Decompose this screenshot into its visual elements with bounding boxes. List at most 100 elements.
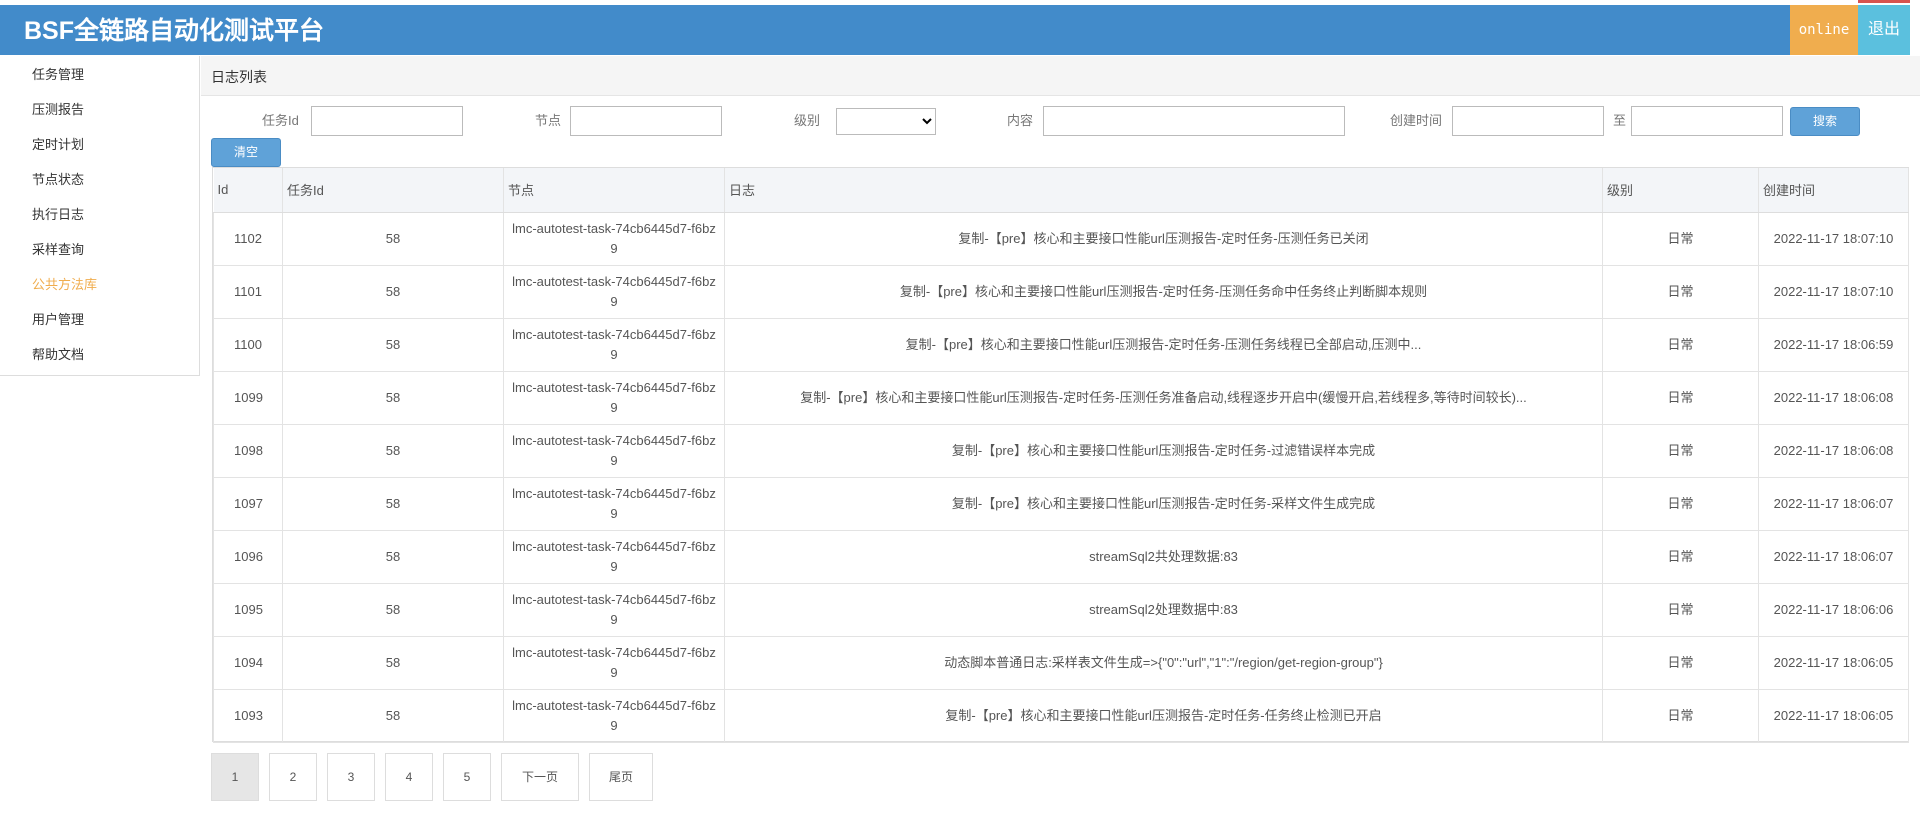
cell-id: 1098 (213, 423, 283, 478)
page-title: 日志列表 (211, 69, 267, 85)
last-page-button[interactable]: 尾页 (589, 753, 653, 801)
created-from-input[interactable] (1452, 106, 1604, 136)
cell-task-id: 58 (282, 370, 504, 425)
cell-created-time: 2022-11-17 18:06:08 (1758, 423, 1909, 478)
node-input[interactable] (570, 106, 722, 136)
logout-button[interactable]: 退出 (1858, 5, 1910, 55)
cell-node: lmc-autotest-task-74cb6445d7-f6bz9 (503, 688, 725, 743)
column-header-node[interactable]: 节点 (503, 168, 725, 213)
table-row: 1096 58 lmc-autotest-task-74cb6445d7-f6b… (213, 529, 1909, 584)
cell-id: 1095 (213, 582, 283, 637)
cell-level: 日常 (1602, 635, 1759, 690)
sidebar-item-help-docs[interactable]: 帮助文档 (32, 345, 84, 365)
page-button-4[interactable]: 4 (385, 753, 433, 801)
sidebar-item-common-methods[interactable]: 公共方法库 (32, 275, 97, 295)
sidebar-item-scheduled-plan[interactable]: 定时计划 (32, 135, 84, 155)
cell-level: 日常 (1602, 317, 1759, 372)
cell-task-id: 58 (282, 317, 504, 372)
page-button-3[interactable]: 3 (327, 753, 375, 801)
sidebar-item-task-management[interactable]: 任务管理 (32, 65, 84, 85)
cell-node: lmc-autotest-task-74cb6445d7-f6bz9 (503, 370, 725, 425)
cell-created-time: 2022-11-17 18:06:05 (1758, 635, 1909, 690)
column-header-id[interactable]: Id (213, 168, 283, 213)
cell-node: lmc-autotest-task-74cb6445d7-f6bz9 (503, 635, 725, 690)
page-button-1[interactable]: 1 (211, 753, 259, 801)
cell-created-time: 2022-11-17 18:07:10 (1758, 264, 1909, 319)
cell-created-time: 2022-11-17 18:06:05 (1758, 688, 1909, 743)
cell-level: 日常 (1602, 264, 1759, 319)
table-row: 1099 58 lmc-autotest-task-74cb6445d7-f6b… (213, 370, 1909, 425)
cell-log: 复制-【pre】核心和主要接口性能url压测报告-定时任务-过滤错误样本完成 (724, 423, 1603, 478)
cell-id: 1094 (213, 635, 283, 690)
level-select[interactable] (836, 108, 936, 135)
cell-level: 日常 (1602, 476, 1759, 531)
table-row: 1101 58 lmc-autotest-task-74cb6445d7-f6b… (213, 264, 1909, 319)
cell-log: streamSql2处理数据中:83 (724, 582, 1603, 637)
cell-task-id: 58 (282, 529, 504, 584)
content-label: 内容 (1007, 113, 1034, 128)
task-id-label: 任务Id (262, 113, 299, 128)
clear-button[interactable]: 清空 (211, 138, 281, 167)
top-right-accent (1858, 0, 1910, 3)
cell-created-time: 2022-11-17 18:06:08 (1758, 370, 1909, 425)
cell-id: 1096 (213, 529, 283, 584)
page-button-2[interactable]: 2 (269, 753, 317, 801)
cell-log: 动态脚本普通日志:采样表文件生成=>{"0":"url","1":"/regio… (724, 635, 1603, 690)
cell-task-id: 58 (282, 476, 504, 531)
column-header-task-id[interactable]: 任务Id (282, 168, 504, 213)
cell-log: 复制-【pre】核心和主要接口性能url压测报告-定时任务-任务终止检测已开启 (724, 688, 1603, 743)
column-header-created-time[interactable]: 创建时间 (1758, 168, 1909, 213)
sidebar-item-sample-query[interactable]: 采样查询 (32, 240, 84, 260)
node-label: 节点 (535, 113, 562, 128)
cell-node: lmc-autotest-task-74cb6445d7-f6bz9 (503, 264, 725, 319)
cell-log: 复制-【pre】核心和主要接口性能url压测报告-定时任务-压测任务线程已全部启… (724, 317, 1603, 372)
cell-node: lmc-autotest-task-74cb6445d7-f6bz9 (503, 529, 725, 584)
sidebar-item-load-test-report[interactable]: 压测报告 (32, 100, 84, 120)
cell-level: 日常 (1602, 688, 1759, 743)
cell-created-time: 2022-11-17 18:06:07 (1758, 529, 1909, 584)
page-button-5[interactable]: 5 (443, 753, 491, 801)
cell-log: 复制-【pre】核心和主要接口性能url压测报告-定时任务-压测任务命中任务终止… (724, 264, 1603, 319)
cell-task-id: 58 (282, 423, 504, 478)
sidebar: 任务管理 压测报告 定时计划 节点状态 执行日志 采样查询 公共方法库 用户管理… (0, 56, 200, 376)
table-row: 1093 58 lmc-autotest-task-74cb6445d7-f6b… (213, 688, 1909, 743)
cell-created-time: 2022-11-17 18:06:07 (1758, 476, 1909, 531)
column-header-level[interactable]: 级别 (1602, 168, 1759, 213)
content-input[interactable] (1043, 106, 1345, 136)
created-time-label: 创建时间 (1390, 113, 1443, 128)
search-button[interactable]: 搜索 (1790, 107, 1860, 136)
sidebar-item-user-management[interactable]: 用户管理 (32, 310, 84, 330)
cell-created-time: 2022-11-17 18:06:59 (1758, 317, 1909, 372)
cell-id: 1099 (213, 370, 283, 425)
table-row: 1095 58 lmc-autotest-task-74cb6445d7-f6b… (213, 582, 1909, 637)
cell-id: 1093 (213, 688, 283, 743)
cell-level: 日常 (1602, 529, 1759, 584)
cell-node: lmc-autotest-task-74cb6445d7-f6bz9 (503, 582, 725, 637)
cell-node: lmc-autotest-task-74cb6445d7-f6bz9 (503, 211, 725, 266)
cell-created-time: 2022-11-17 18:07:10 (1758, 211, 1909, 266)
table-row: 1098 58 lmc-autotest-task-74cb6445d7-f6b… (213, 423, 1909, 478)
level-label: 级别 (794, 113, 821, 128)
task-id-input[interactable] (311, 106, 463, 136)
app-title: BSF全链路自动化测试平台 (24, 17, 325, 45)
cell-level: 日常 (1602, 211, 1759, 266)
cell-level: 日常 (1602, 370, 1759, 425)
cell-task-id: 58 (282, 582, 504, 637)
cell-id: 1102 (213, 211, 283, 266)
sidebar-item-node-status[interactable]: 节点状态 (32, 170, 84, 190)
table-header-row: Id 任务Id 节点 日志 级别 创建时间 (213, 168, 1909, 213)
column-header-log[interactable]: 日志 (724, 168, 1603, 213)
next-page-button[interactable]: 下一页 (501, 753, 579, 801)
cell-task-id: 58 (282, 688, 504, 743)
cell-level: 日常 (1602, 582, 1759, 637)
cell-id: 1101 (213, 264, 283, 319)
sidebar-item-execution-log[interactable]: 执行日志 (32, 205, 84, 225)
cell-task-id: 58 (282, 211, 504, 266)
created-to-input[interactable] (1631, 106, 1783, 136)
cell-log: 复制-【pre】核心和主要接口性能url压测报告-定时任务-压测任务已关闭 (724, 211, 1603, 266)
cell-node: lmc-autotest-task-74cb6445d7-f6bz9 (503, 476, 725, 531)
to-label: 至 (1613, 113, 1627, 128)
cell-log: 复制-【pre】核心和主要接口性能url压测报告-定时任务-采样文件生成完成 (724, 476, 1603, 531)
top-navbar: BSF全链路自动化测试平台 online 退出 (0, 5, 1910, 55)
page-header: 日志列表 (201, 56, 1920, 96)
